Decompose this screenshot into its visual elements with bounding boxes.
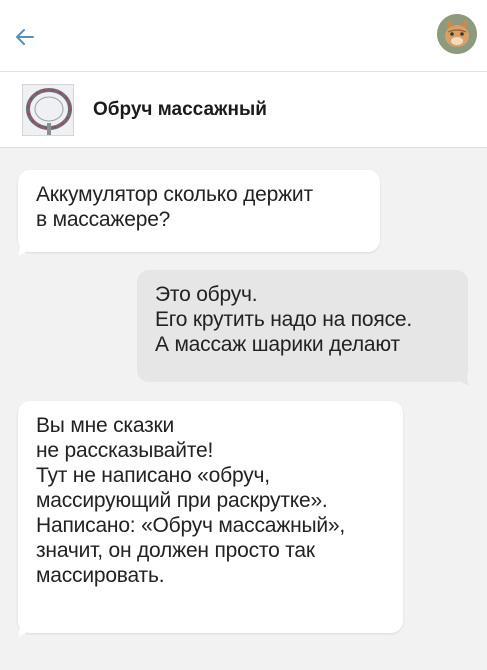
back-button[interactable]: [10, 22, 40, 52]
user-avatar[interactable]: [437, 14, 477, 54]
message-incoming: Аккумулятор сколько держит в массажере?: [18, 170, 380, 252]
product-title[interactable]: Обруч массажный: [93, 99, 267, 121]
hoop-thumbnail: [23, 85, 73, 135]
bubble-tail: [461, 374, 469, 386]
bubble-tail: [18, 244, 26, 256]
arrow-left-icon: [16, 29, 34, 45]
message-outgoing: Это обруч. Его крутить надо на поясе. А …: [137, 270, 468, 382]
message-incoming: Вы мне сказки не рассказывайте! Тут не н…: [18, 401, 403, 633]
bubble-tail: [18, 625, 26, 637]
cat-avatar-icon: [437, 14, 477, 54]
top-bar: [0, 0, 487, 72]
chat-area: Аккумулятор сколько держит в массажере? …: [0, 148, 487, 670]
product-header[interactable]: Обруч массажный: [0, 72, 487, 148]
product-thumbnail[interactable]: [22, 84, 74, 136]
